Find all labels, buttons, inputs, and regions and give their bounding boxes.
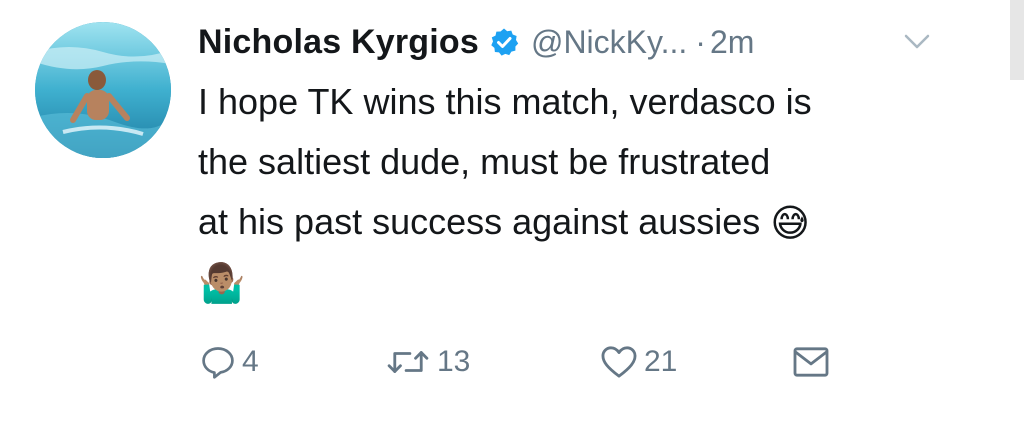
reply-button[interactable]: 4 (200, 340, 259, 384)
like-count: 21 (644, 345, 678, 378)
envelope-icon (792, 346, 830, 378)
direct-message-button[interactable] (792, 340, 830, 384)
tweet-time[interactable]: 2m (710, 24, 754, 61)
avatar-image (35, 22, 171, 158)
retweet-icon (385, 345, 431, 379)
retweet-button[interactable]: 13 (385, 340, 470, 384)
avatar[interactable] (35, 22, 171, 158)
shrug-emoji: 🤷🏽‍♂️ (198, 263, 246, 306)
tweet-text-line: the saltiest dude, must be frustrated (198, 141, 771, 182)
tweet-text-line: I hope TK wins this match, verdasco is (198, 81, 812, 122)
separator-dot: · (695, 23, 706, 60)
scrollbar[interactable] (1010, 0, 1024, 80)
heart-icon (600, 345, 638, 379)
author-handle[interactable]: @NickKy... (531, 24, 687, 61)
sweat-smile-emoji: 😅 (770, 203, 810, 246)
tweet-text: I hope TK wins this match, verdasco is t… (198, 72, 978, 322)
tweet-text-line: at his past success against aussies 😅 (198, 192, 978, 252)
tweet-actions: 4 13 21 (200, 340, 900, 384)
like-button[interactable]: 21 (600, 340, 677, 384)
verified-badge-icon (489, 27, 519, 57)
retweet-count: 13 (437, 345, 471, 378)
tweet-header: Nicholas Kyrgios @NickKy... · 2m (198, 14, 754, 70)
reply-count: 4 (242, 345, 259, 378)
chevron-down-icon[interactable] (902, 32, 932, 52)
reply-icon (200, 344, 236, 380)
author-name[interactable]: Nicholas Kyrgios (198, 23, 479, 62)
tweet-text-segment: at his past success against aussies (198, 201, 761, 242)
tweet-text-line: 🤷🏽‍♂️ (198, 252, 978, 322)
tweet-card: Nicholas Kyrgios @NickKy... · 2m I hope … (0, 0, 1024, 427)
